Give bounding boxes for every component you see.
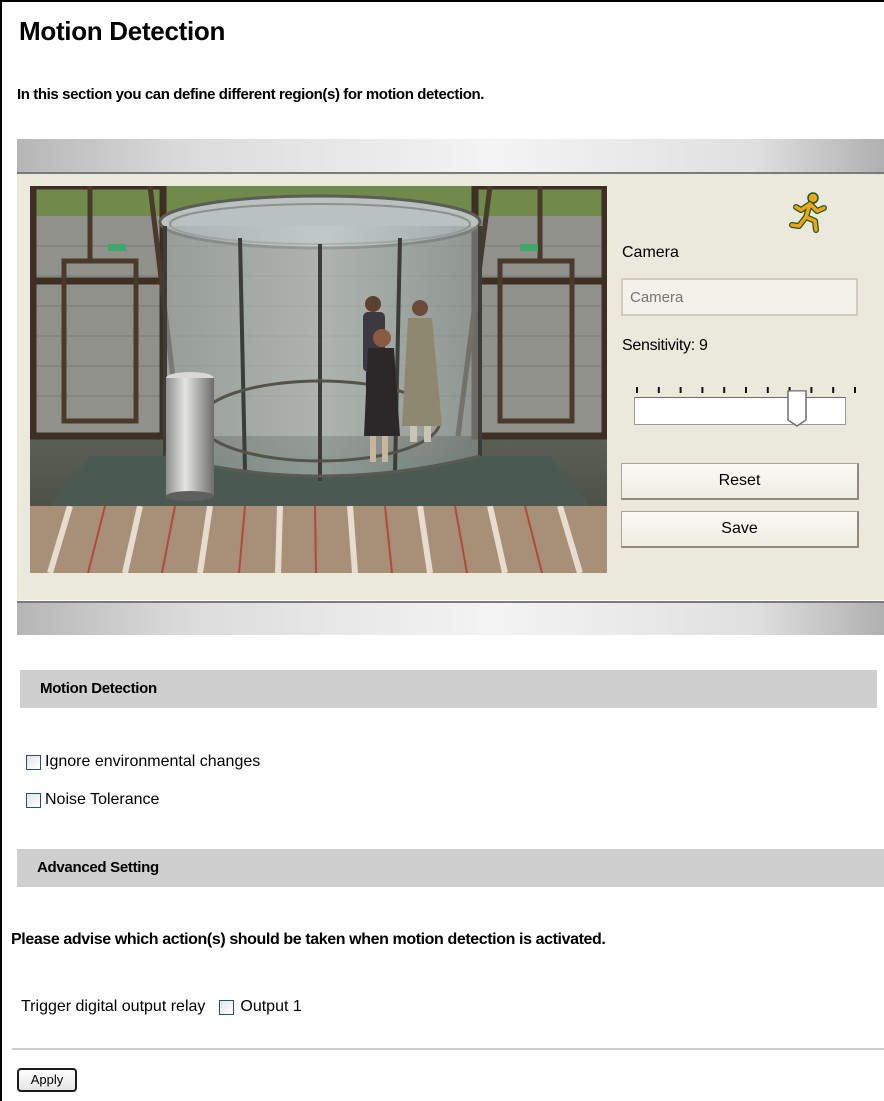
- ignore-environmental-checkbox[interactable]: [26, 754, 41, 770]
- noise-tolerance-option[interactable]: Noise Tolerance: [26, 791, 159, 809]
- running-man-icon: [786, 190, 830, 234]
- reset-button[interactable]: Reset: [621, 463, 859, 500]
- sensitivity-slider-thumb[interactable]: [787, 390, 807, 427]
- camera-video[interactable]: [30, 186, 607, 573]
- footer-divider: [12, 1048, 884, 1050]
- camera-input[interactable]: [621, 278, 858, 316]
- sensitivity-slider-ticks: [636, 381, 856, 393]
- apply-button[interactable]: Apply: [17, 1068, 77, 1092]
- sensitivity-slider-track[interactable]: [634, 397, 846, 425]
- intro-text: In this section you can define different…: [17, 86, 485, 103]
- advanced-setting-header: Advanced Setting: [17, 849, 884, 887]
- motion-detection-header: Motion Detection: [20, 670, 877, 708]
- noise-tolerance-label: Noise Tolerance: [45, 791, 160, 808]
- output-1-label: Output 1: [240, 998, 302, 1015]
- camera-label: Camera: [622, 244, 679, 261]
- ignore-environmental-option[interactable]: Ignore environmental changes: [26, 753, 260, 771]
- noise-tolerance-checkbox[interactable]: [26, 792, 41, 808]
- output-1-checkbox[interactable]: [219, 999, 235, 1015]
- save-button[interactable]: Save: [621, 511, 859, 548]
- trigger-output-label: Trigger digital output relay: [21, 998, 206, 1015]
- panel-top-bar: [17, 139, 884, 174]
- page-title: Motion Detection: [19, 16, 226, 46]
- advise-text: Please advise which action(s) should be …: [11, 931, 606, 948]
- ignore-environmental-label: Ignore environmental changes: [45, 753, 261, 770]
- camera-panel: Camera Sensitivity: 9 Reset Save: [17, 174, 884, 600]
- camera-scene-image: [30, 186, 607, 573]
- sensitivity-label: Sensitivity: 9: [622, 337, 708, 354]
- trigger-output-row: Trigger digital output relay Output 1: [21, 998, 302, 1016]
- panel-bottom-bar: [17, 601, 884, 635]
